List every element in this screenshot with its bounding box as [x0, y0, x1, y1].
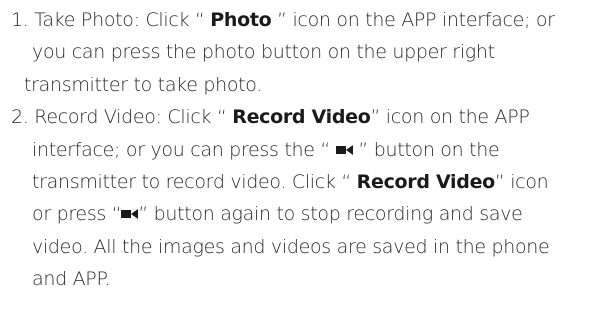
step-1-line-1: 1. Take Photo: Click “ Photo ” icon on t… — [11, 9, 555, 31]
step-2-line-6: and APP. — [32, 268, 111, 291]
step-2-line-2: interface; or you can press the “ ” butt… — [32, 138, 500, 161]
instructions: 1. Take Photo: Click “ Photo ” icon on t… — [0, 4, 589, 296]
photo-label: Photo — [210, 9, 272, 31]
step-2-line-4: or press “” button again to stop recordi… — [32, 203, 523, 226]
step-1-line-3: transmitter to take photo. — [24, 73, 263, 96]
step-2-line-5: video. All the images and videos are sav… — [32, 235, 550, 258]
record-video-label-2: Record Video — [356, 170, 496, 193]
video-camera-icon — [121, 208, 139, 220]
record-video-label: Record Video — [232, 106, 371, 129]
video-camera-icon — [335, 144, 353, 156]
step-2-line-1: 2. Record Video: Click “ Record Video” i… — [11, 106, 530, 129]
step-1-line-2: you can press the photo button on the up… — [32, 41, 495, 64]
step-2-line-3: transmitter to record video. Click “ Rec… — [32, 170, 549, 193]
